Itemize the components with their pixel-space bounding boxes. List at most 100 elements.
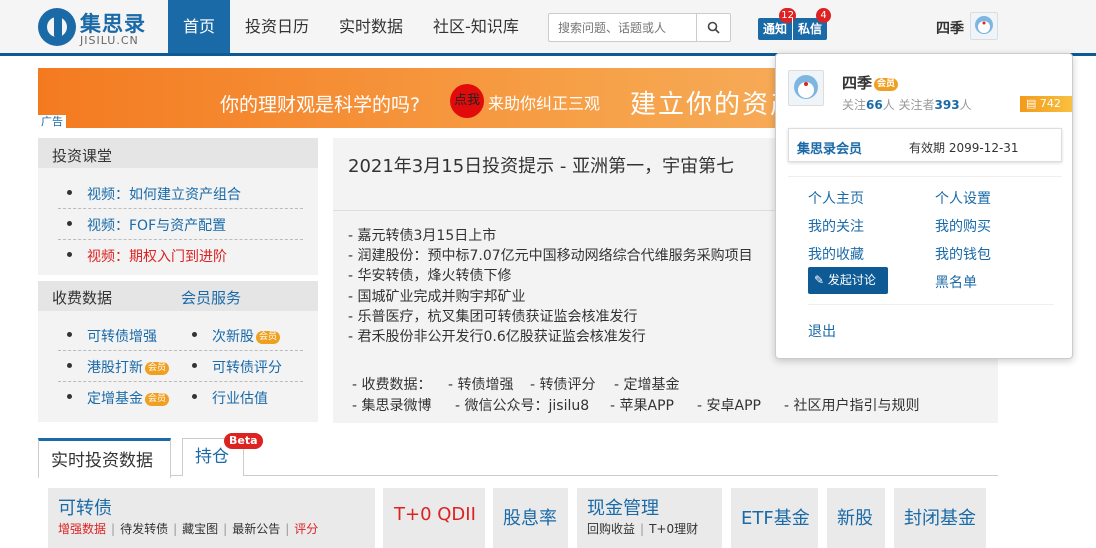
tab-realtime-data[interactable]: 实时投资数据 bbox=[38, 438, 171, 478]
link-settings[interactable]: 个人设置 bbox=[935, 188, 991, 208]
ad-tag: 广告 bbox=[38, 115, 66, 128]
nav-community[interactable]: 社区-知识库 bbox=[418, 0, 534, 53]
paid-link-private-fund-label: 定增基金 bbox=[87, 391, 143, 407]
quick-link-ios-app[interactable]: - 苹果APP bbox=[610, 395, 674, 415]
course-link-options[interactable]: 视频：期权入门到进阶 bbox=[87, 246, 227, 266]
paid-data-title: 收费数据 bbox=[52, 289, 113, 307]
paid-link-cb-enhanced[interactable]: 可转债增强 bbox=[87, 326, 157, 346]
quick-link-weibo[interactable]: - 集思录微博 bbox=[352, 395, 432, 415]
paid-link-industry-valuation[interactable]: 行业估值 bbox=[212, 388, 268, 408]
course-link-portfolio[interactable]: 视频：如何建立资产组合 bbox=[87, 184, 241, 204]
bullet-dot bbox=[192, 332, 197, 337]
paid-link-new-stock[interactable]: 次新股 会员 bbox=[212, 326, 281, 346]
quick-paid-label: - 收费数据： bbox=[352, 377, 432, 393]
search-box bbox=[548, 13, 731, 42]
card-new-stock[interactable]: 新股 bbox=[827, 488, 885, 548]
search-input[interactable] bbox=[549, 14, 697, 41]
tip-item: - 华安转债，烽火转债下修 bbox=[348, 268, 512, 284]
avatar-icon bbox=[975, 16, 993, 34]
quick-link-android-app[interactable]: - 安卓APP bbox=[697, 395, 761, 415]
follower-count[interactable]: 393 bbox=[935, 98, 960, 112]
vip-badge: 会员 bbox=[874, 78, 899, 91]
start-discussion-button[interactable]: ✎ 发起讨论 bbox=[808, 267, 888, 294]
nav-home[interactable]: 首页 bbox=[168, 0, 231, 53]
nav-realtime-data[interactable]: 实时数据 bbox=[324, 0, 418, 53]
header-avatar[interactable] bbox=[970, 12, 998, 40]
banner-click-dot[interactable]: 点我 bbox=[450, 84, 484, 118]
card-etf[interactable]: ETF基金 bbox=[731, 488, 818, 548]
divider bbox=[58, 381, 303, 382]
bullet-dot bbox=[67, 363, 72, 368]
link-my-favorites[interactable]: 我的收藏 bbox=[808, 244, 864, 264]
quick-link-private-fund[interactable]: - 定增基金 bbox=[614, 374, 680, 394]
membership-box[interactable]: 集思录会员 有效期 2099-12-31 bbox=[788, 128, 1062, 162]
card-title: ETF基金 bbox=[741, 508, 810, 529]
card-dividend-yield[interactable]: 股息率 bbox=[493, 488, 568, 548]
bullet-dot bbox=[67, 252, 72, 257]
dropdown-username[interactable]: 四季 会员 bbox=[842, 72, 899, 93]
cb-sublink-score[interactable]: 评分 bbox=[294, 522, 318, 536]
following-count[interactable]: 66 bbox=[866, 98, 883, 112]
private-messages-label: 私信 bbox=[798, 22, 823, 36]
paid-link-cb-score[interactable]: 可转债评分 bbox=[212, 357, 282, 377]
cb-sublink-pending[interactable]: 待发转债 bbox=[120, 522, 168, 536]
bullet-dot bbox=[67, 332, 72, 337]
tip-item: - 乐普医疗，杭叉集团可转债获证监会核准发行 bbox=[348, 309, 638, 325]
article-title[interactable]: 2021年3月15日投资提示 - 亚洲第一，宇宙第七 bbox=[348, 152, 734, 178]
notifications-button[interactable]: 通知 12 bbox=[758, 8, 797, 40]
dropdown-avatar[interactable] bbox=[788, 70, 824, 106]
card-title: T+0 QDII bbox=[394, 504, 476, 525]
follow-stats: 关注66人 关注者393人 bbox=[842, 98, 972, 112]
paid-link-private-fund[interactable]: 定增基金 会员 bbox=[87, 388, 170, 408]
nav-calendar[interactable]: 投资日历 bbox=[230, 0, 324, 53]
score-value: 742 bbox=[1039, 97, 1061, 110]
bullet-dot bbox=[67, 221, 72, 226]
tip-item: - 嘉元转债3月15日上市 bbox=[348, 228, 497, 244]
link-blacklist[interactable]: 黑名单 bbox=[935, 272, 977, 292]
quick-link-wechat[interactable]: - 微信公众号：jisilu8 bbox=[455, 395, 589, 415]
score-icon: ▤ bbox=[1026, 97, 1040, 110]
paid-link-new-stock-label: 次新股 bbox=[212, 329, 254, 345]
membership-expiry: 有效期 2099-12-31 bbox=[909, 141, 1019, 155]
tip-item: - 润建股份：预中标7.07亿元中国移动网络综合代维服务采购项目 bbox=[348, 248, 753, 264]
cash-sublink-repo[interactable]: 回购收益 bbox=[587, 522, 635, 536]
message-group: 通知 12 私信 4 bbox=[758, 8, 832, 40]
banner-slogan: 建立你的资产 bbox=[630, 90, 799, 120]
quick-link-cb-enhanced[interactable]: - 转债增强 bbox=[448, 374, 514, 394]
link-my-purchases[interactable]: 我的购买 bbox=[935, 216, 991, 236]
avatar-icon bbox=[794, 75, 818, 99]
quick-link-cb-score[interactable]: - 转债评分 bbox=[530, 374, 596, 394]
link-my-follows[interactable]: 我的关注 bbox=[808, 216, 864, 236]
link-my-wallet[interactable]: 我的钱包 bbox=[935, 244, 991, 264]
card-sublinks: 回购收益 | T+0理财 bbox=[587, 522, 699, 536]
header-username[interactable]: 四季 bbox=[936, 18, 964, 38]
divider bbox=[58, 350, 303, 351]
link-profile[interactable]: 个人主页 bbox=[808, 188, 864, 208]
cb-sublink-treasure-map[interactable]: 藏宝图 bbox=[182, 522, 218, 536]
logo-text-en: JISILU.CN bbox=[80, 34, 139, 47]
paid-link-hk-ipo[interactable]: 港股打新 会员 bbox=[87, 357, 170, 377]
divider bbox=[58, 239, 303, 240]
bullet-dot bbox=[192, 394, 197, 399]
card-closed-fund[interactable]: 封闭基金 bbox=[894, 488, 986, 548]
bullet-dot bbox=[67, 190, 72, 195]
membership-title: 集思录会员 bbox=[797, 142, 863, 157]
search-button[interactable] bbox=[696, 14, 730, 41]
paid-link-hk-ipo-label: 港股打新 bbox=[87, 360, 143, 376]
notifications-label: 通知 bbox=[763, 22, 788, 36]
card-convertible-bond[interactable]: 可转债 增强数据 | 待发转债 | 藏宝图 | 最新公告 | 评分 bbox=[48, 488, 375, 548]
site-logo[interactable]: 集思录 JISILU.CN bbox=[38, 8, 148, 48]
cash-sublink-t0[interactable]: T+0理财 bbox=[649, 522, 698, 536]
course-link-fof[interactable]: 视频：FOF与资产配置 bbox=[87, 215, 226, 235]
logout-link[interactable]: 退出 bbox=[808, 321, 836, 341]
quick-link-community-rules[interactable]: - 社区用户指引与规则 bbox=[784, 395, 920, 415]
card-title: 封闭基金 bbox=[904, 508, 976, 529]
member-service-link[interactable]: 会员服务 bbox=[181, 287, 241, 308]
card-qdii[interactable]: T+0 QDII bbox=[383, 488, 485, 548]
private-messages-button[interactable]: 私信 4 bbox=[792, 8, 832, 40]
private-messages-badge: 4 bbox=[816, 8, 832, 23]
card-title: 股息率 bbox=[503, 508, 557, 529]
cb-sublink-announcements[interactable]: 最新公告 bbox=[232, 522, 280, 536]
cb-sublink-enhanced[interactable]: 增强数据 bbox=[58, 522, 106, 536]
card-cash-management[interactable]: 现金管理 回购收益 | T+0理财 bbox=[577, 488, 722, 548]
